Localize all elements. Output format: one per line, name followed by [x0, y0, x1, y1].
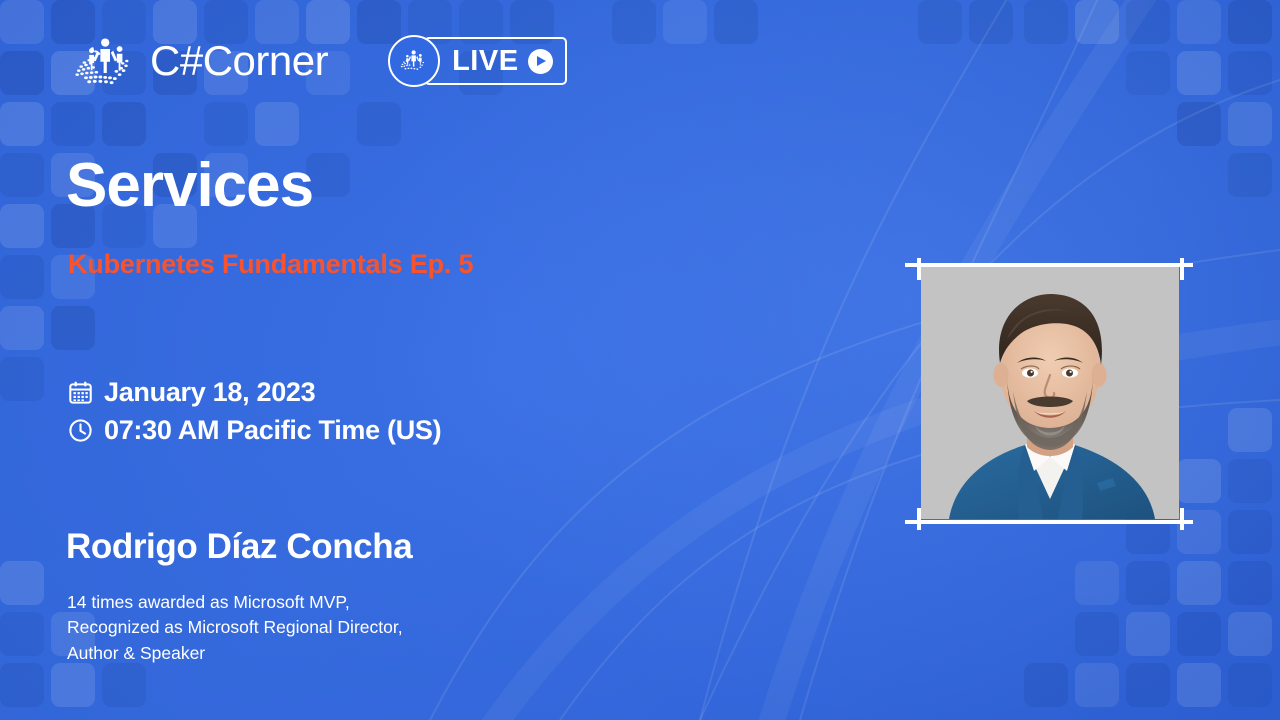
- csharpcorner-mark-icon: [400, 50, 425, 70]
- brand-name: C#Corner: [150, 37, 329, 84]
- portrait-frame-bottom-right-tick: [1180, 508, 1184, 530]
- session-schedule: January 18, 2023 07:30 AM Pacific Time (…: [68, 373, 442, 449]
- live-label: LIVE: [452, 44, 519, 77]
- live-badge-logo-circle: [388, 35, 441, 87]
- live-badge[interactable]: LIVE: [388, 35, 567, 87]
- header: C#Corner LIVE: [70, 33, 567, 89]
- calendar-icon: [69, 381, 92, 404]
- portrait-frame-top-left-tick: [917, 258, 921, 280]
- clock-icon: [69, 418, 92, 442]
- speaker-portrait-photo: [921, 267, 1179, 519]
- session-time: 07:30 AM Pacific Time (US): [104, 414, 442, 445]
- portrait-frame-bottom-left-tick: [917, 508, 921, 530]
- session-subtitle: Kubernetes Fundamentals Ep. 5: [68, 249, 474, 279]
- speaker-portrait-frame: [903, 258, 1195, 530]
- portrait-frame-top-right-tick: [1180, 258, 1184, 280]
- session-time-row: 07:30 AM Pacific Time (US): [68, 411, 442, 449]
- csharpcorner-logo-icon: [75, 38, 129, 85]
- webinar-banner: C#Corner LIVE Services Kubernetes Fundam…: [0, 0, 1280, 720]
- session-date-row: January 18, 2023: [68, 373, 441, 411]
- brand-logo[interactable]: C#Corner: [70, 33, 329, 89]
- play-icon[interactable]: [527, 48, 553, 74]
- session-title: Services: [66, 151, 314, 220]
- live-badge-box[interactable]: LIVE: [424, 37, 567, 85]
- speaker-name: Rodrigo Díaz Concha: [66, 527, 413, 566]
- portrait-frame-top-line: [905, 263, 1193, 267]
- session-date: January 18, 2023: [104, 376, 316, 407]
- speaker-bio: 14 times awarded as Microsoft MVP, Recog…: [67, 592, 403, 663]
- portrait-frame-bottom-line: [905, 520, 1193, 524]
